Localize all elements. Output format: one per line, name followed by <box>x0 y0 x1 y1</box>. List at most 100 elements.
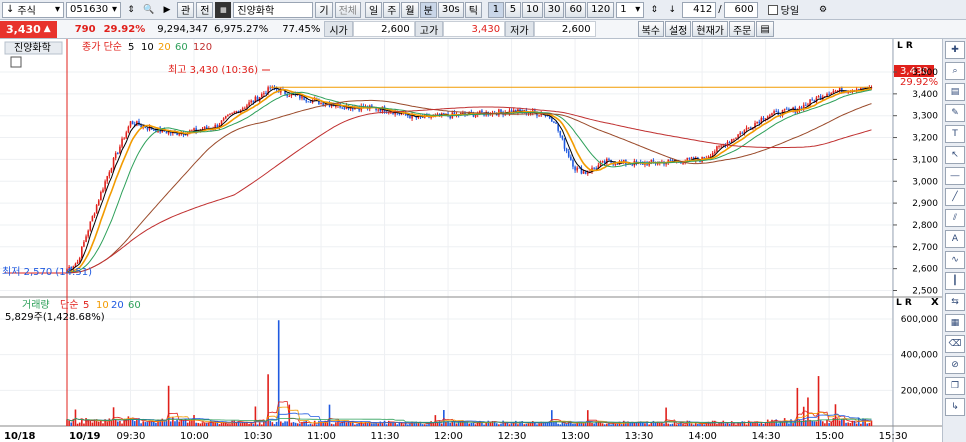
candle-body <box>81 246 83 259</box>
volume-bar <box>574 423 576 426</box>
volume-bar <box>78 422 81 426</box>
wave-icon[interactable]: ∿ <box>945 251 965 269</box>
erase-all-icon[interactable]: ⊘ <box>945 356 965 374</box>
tab-tick[interactable]: 틱 <box>464 1 482 18</box>
hline-icon[interactable]: ― <box>945 167 965 185</box>
volume-bar <box>127 416 130 426</box>
candle-body <box>553 121 555 123</box>
grid-icon[interactable]: ▦ <box>945 314 965 332</box>
grid-icon[interactable]: ▦ <box>215 1 232 18</box>
candle-body <box>263 93 265 95</box>
volume-bar <box>722 420 725 426</box>
volume-bar <box>798 419 801 426</box>
stepper-icon[interactable]: ⇕ <box>646 2 662 18</box>
tab-minute[interactable]: 분 <box>419 1 437 18</box>
volume-bar <box>76 423 79 426</box>
volume-bar <box>178 421 181 426</box>
pen-icon[interactable]: ✎ <box>945 104 965 122</box>
current-price-button[interactable]: 현재가 <box>692 21 728 37</box>
volume-bar <box>409 423 411 426</box>
play-icon[interactable]: ▶ <box>159 2 175 18</box>
volume-bar <box>273 424 276 426</box>
interval-120[interactable]: 120 <box>587 1 615 18</box>
volume-bar <box>102 423 104 426</box>
volume-bar <box>212 422 214 426</box>
interval-60[interactable]: 60 <box>565 1 587 18</box>
volume-ma-label: 단순 <box>60 299 78 311</box>
checkbox-icon[interactable] <box>767 4 778 15</box>
name-tag: 진양화학 <box>14 42 51 54</box>
copy-icon[interactable]: ❐ <box>945 377 965 395</box>
text-icon[interactable]: T <box>945 125 965 143</box>
chart-area[interactable]: 진양화학 종가 단순 5 10 20 60 120 거래량 단순 5 10 20… <box>0 39 942 442</box>
volume-bar <box>470 422 473 426</box>
candle-body <box>409 116 411 119</box>
crosshair-icon[interactable]: ✚ <box>945 41 965 59</box>
multi-button[interactable]: 복수 <box>637 21 664 37</box>
candle-body <box>377 109 379 111</box>
trendline-icon[interactable]: ╱ <box>945 188 965 206</box>
candle-body <box>87 230 89 237</box>
candle-body <box>586 172 589 174</box>
search-icon[interactable]: 🔍 <box>141 2 157 18</box>
y-tick-label: 3,500 <box>912 68 938 78</box>
exit-icon[interactable]: ↳ <box>945 398 965 416</box>
stepper-icon[interactable]: ⇕ <box>123 2 139 18</box>
candle-body <box>335 105 337 107</box>
candle-body <box>246 105 248 108</box>
volume-bar <box>523 424 526 426</box>
volume-bar <box>377 423 379 426</box>
tab-week[interactable]: 주 <box>383 1 401 18</box>
open-value: 2,600 <box>352 21 415 37</box>
count-max[interactable]: 600 <box>723 1 758 18</box>
candle-body <box>119 146 121 154</box>
zoom-icon[interactable]: ⌕ <box>945 62 965 80</box>
interval-10[interactable]: 10 <box>521 1 543 18</box>
down-arrow-icon[interactable]: ↓ <box>664 2 680 18</box>
order-button[interactable]: 주문 <box>728 21 756 37</box>
count-current[interactable]: 412 <box>682 1 717 18</box>
flip-icon[interactable]: ⇆ <box>945 293 965 311</box>
candle-icon[interactable]: ┃ <box>945 272 965 290</box>
close-icon[interactable]: X <box>931 297 939 308</box>
x-tick-label: 14:00 <box>688 431 717 442</box>
code-input[interactable]: 051630 ▾ <box>66 1 121 18</box>
settings-icon[interactable]: ⚙ <box>815 2 831 18</box>
jeon-button[interactable]: 전 <box>196 1 214 18</box>
volume-bar <box>838 420 841 426</box>
gwan-button[interactable]: 관 <box>177 1 195 18</box>
volume-bar <box>167 385 170 426</box>
print-icon[interactable]: ▤ <box>945 83 965 101</box>
candle-body <box>828 93 830 95</box>
candle-body <box>305 99 308 102</box>
volume-tick-label: 200,000 <box>901 386 938 396</box>
layout-icon[interactable]: ▤ <box>756 21 774 37</box>
x-tick-label: 15:30 <box>879 431 908 442</box>
market-select[interactable]: ↓ 주식 ▾ <box>2 1 64 18</box>
candle-body <box>91 216 94 222</box>
tab-month[interactable]: 월 <box>401 1 419 18</box>
pointer-icon[interactable]: ↖ <box>945 146 965 164</box>
auto-icon[interactable]: A <box>945 230 965 248</box>
gi-button[interactable]: 기 <box>315 1 333 18</box>
interval-30[interactable]: 30 <box>543 1 565 18</box>
interval-1[interactable]: 1 <box>487 1 504 18</box>
volume-bar <box>290 422 293 426</box>
candle-body <box>584 171 587 174</box>
volume-bar <box>292 422 295 426</box>
volume-bar <box>747 420 750 426</box>
volume-bar <box>498 424 500 426</box>
all-button[interactable]: 전체 <box>334 1 362 18</box>
interval-5[interactable]: 5 <box>504 1 521 18</box>
tab-30s[interactable]: 30s <box>437 1 464 18</box>
tab-day[interactable]: 일 <box>365 1 383 18</box>
today-toggle[interactable]: 당일 <box>767 2 799 17</box>
checkbox-icon[interactable] <box>10 56 22 68</box>
volume-bar <box>169 421 172 426</box>
step-input[interactable]: 1 ▾ <box>616 1 645 18</box>
volume-bar <box>318 420 320 426</box>
candle-body <box>771 113 773 116</box>
eraser-icon[interactable]: ⌫ <box>945 335 965 353</box>
settings-button[interactable]: 설정 <box>664 21 692 37</box>
channel-icon[interactable]: ⫽ <box>945 209 965 227</box>
